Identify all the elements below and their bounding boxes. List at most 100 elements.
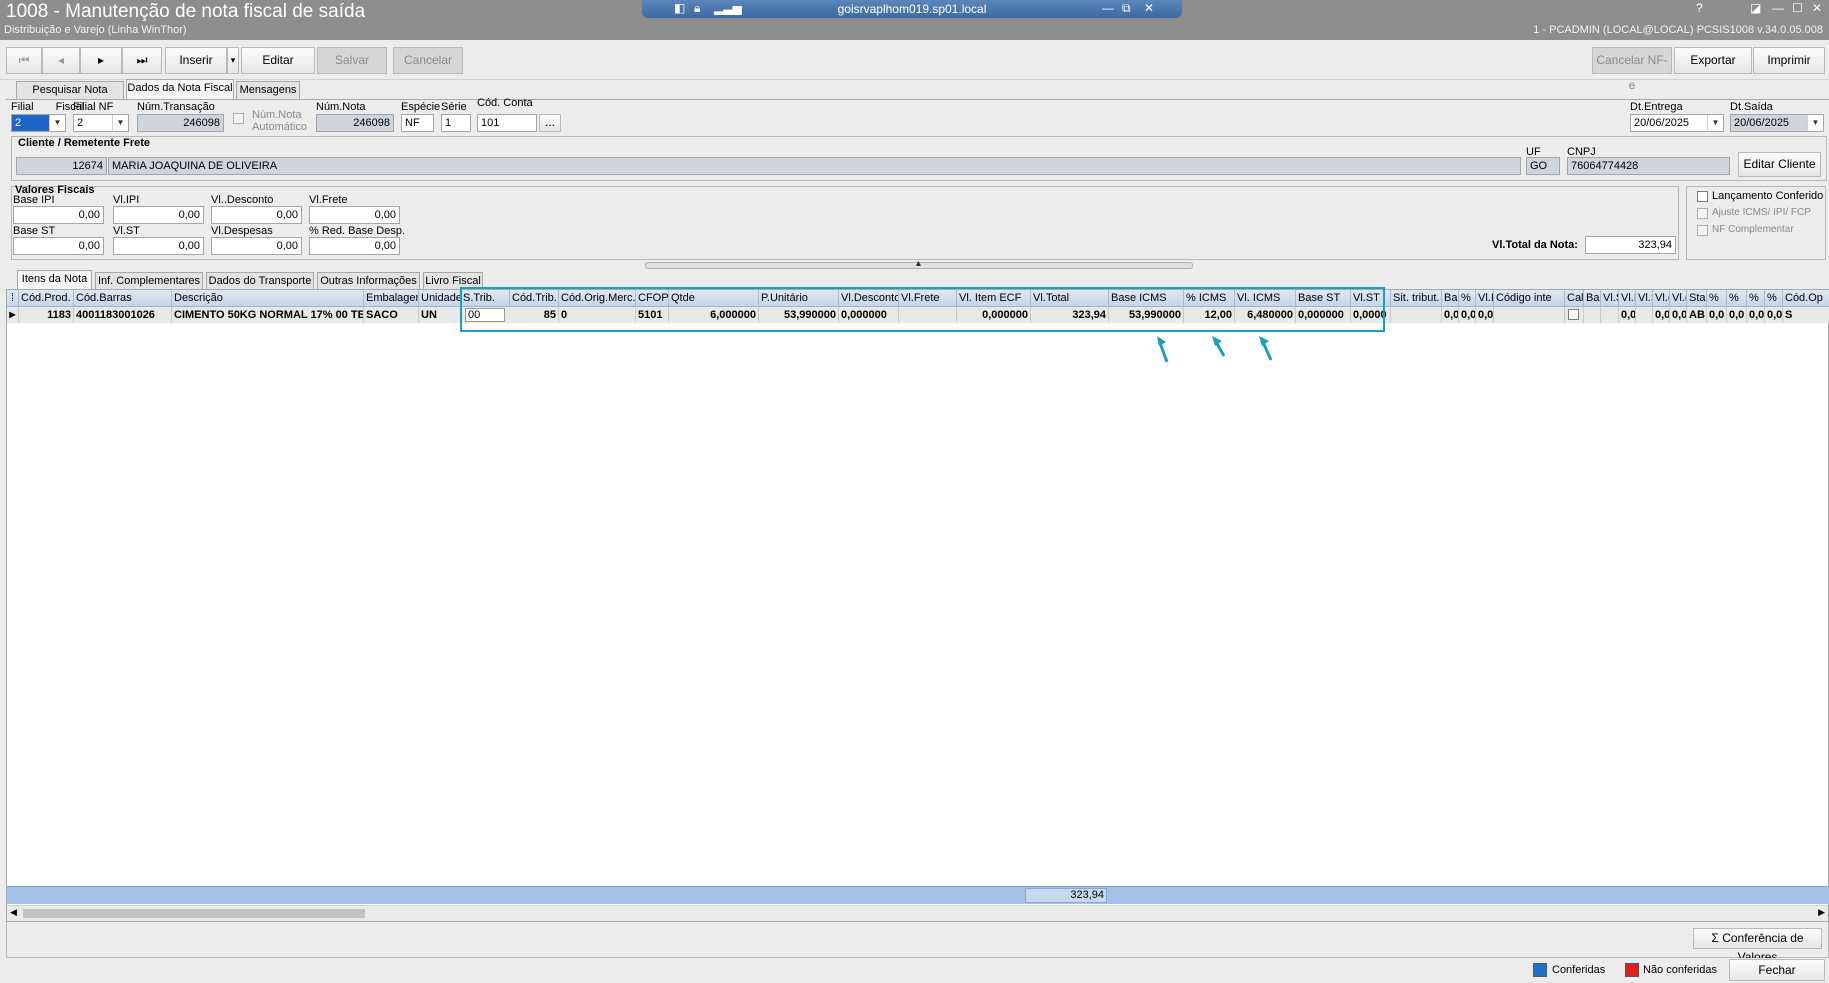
dt-entrega-field[interactable]: 20/06/2025 ▼	[1630, 114, 1724, 132]
column-header[interactable]: Cód.Op	[1783, 290, 1828, 307]
vl-desconto-field[interactable]: 0,00	[211, 206, 302, 224]
tab-dados-nota[interactable]: Dados da Nota Fiscal	[126, 79, 234, 99]
cnpj-field[interactable]: 76064774428	[1567, 157, 1730, 175]
cell-perc-3[interactable]: 0,0	[1727, 307, 1747, 323]
cell-codigo-inte[interactable]	[1494, 307, 1565, 323]
column-header[interactable]: Ba	[1584, 290, 1601, 307]
vl-total-field[interactable]: 323,94	[1585, 236, 1676, 254]
column-header[interactable]: Descrição	[172, 290, 364, 307]
column-header[interactable]: Cód.Barras	[74, 290, 172, 307]
insert-dropdown-button[interactable]: ▾	[227, 47, 239, 74]
column-header[interactable]: Ba	[1442, 290, 1459, 307]
chevron-up-icon[interactable]: ▲	[914, 258, 923, 268]
cell-perc-2[interactable]: 0,0	[1707, 307, 1727, 323]
chevron-down-icon[interactable]: ▼	[112, 115, 128, 131]
horizontal-scrollbar[interactable]: ◀ ▶	[7, 905, 1828, 921]
cal-checkbox[interactable]	[1568, 309, 1579, 320]
resize-icon[interactable]: ◪	[1750, 1, 1761, 15]
save-button[interactable]: Salvar	[317, 47, 387, 74]
cell-perc-4[interactable]: 0,0	[1747, 307, 1765, 323]
cell-embalagem[interactable]: SACO	[364, 307, 419, 323]
cell-perc[interactable]: 0,0	[1459, 307, 1476, 323]
cell-cod-prod[interactable]: 1183	[19, 307, 74, 323]
last-record-button[interactable]: ⏭	[122, 47, 162, 74]
cancel-nfe-button[interactable]: Cancelar NF-e	[1592, 47, 1672, 92]
column-header[interactable]: Embalagem	[364, 290, 419, 307]
vl-frete-field[interactable]: 0,00	[309, 206, 400, 224]
cell-unidade[interactable]: UN	[419, 307, 461, 323]
cell-vl-c[interactable]: 0,0	[1653, 307, 1670, 323]
cliente-code-field[interactable]: 12674	[16, 157, 107, 175]
help-icon[interactable]: ?	[1696, 1, 1703, 15]
tab-mensagens[interactable]: Mensagens	[236, 81, 300, 99]
nf-complementar-checkbox[interactable]	[1697, 225, 1708, 236]
column-header[interactable]: %	[1459, 290, 1476, 307]
cell-vl-i[interactable]: 0,0	[1476, 307, 1494, 323]
maximize-icon[interactable]: ☐	[1792, 1, 1803, 15]
scroll-right-icon[interactable]: ▶	[1818, 907, 1825, 918]
first-record-button[interactable]: ⏮	[6, 47, 42, 74]
column-header[interactable]: Cód.Prod.	[19, 290, 74, 307]
column-header[interactable]: Cal	[1565, 290, 1584, 307]
column-header[interactable]: Vl.S	[1601, 290, 1619, 307]
column-header[interactable]: Vl.E	[1619, 290, 1636, 307]
minimize-icon[interactable]: —	[1772, 1, 1784, 15]
cancel-button[interactable]: Cancelar	[393, 47, 463, 74]
cell-vl-s-2[interactable]	[1636, 307, 1653, 323]
column-header[interactable]: %	[1707, 290, 1727, 307]
column-header[interactable]: Vl.S	[1636, 290, 1653, 307]
cliente-name-field[interactable]: MARIA JOAQUINA DE OLIVEIRA	[108, 157, 1521, 175]
num-nota-automatico-checkbox[interactable]	[233, 113, 244, 124]
cell-sit-tribut[interactable]	[1391, 307, 1442, 323]
next-record-button[interactable]: ▸	[80, 47, 122, 74]
chevron-down-icon[interactable]: ▼	[1807, 115, 1823, 131]
filial-nf-select[interactable]: 2 ▼	[73, 114, 129, 132]
lancamento-conferido-checkbox[interactable]	[1697, 191, 1708, 202]
num-nota-field[interactable]: 246098	[316, 114, 394, 132]
close-button[interactable]: Fechar	[1729, 959, 1825, 981]
cell-descricao[interactable]: CIMENTO 50KG NORMAL 17% 00 TES	[172, 307, 364, 323]
cell-vl-s[interactable]	[1601, 307, 1619, 323]
vl-st-field[interactable]: 0,00	[113, 237, 204, 255]
close-remote-icon[interactable]: ✕	[1144, 1, 1154, 15]
cod-conta-lookup-button[interactable]: ...	[539, 114, 561, 132]
row-selector-icon[interactable]: ▶	[7, 307, 19, 323]
export-button[interactable]: Exportar	[1674, 47, 1752, 74]
cell-sta[interactable]: AB	[1687, 307, 1707, 323]
minimize-remote-icon[interactable]: —	[1102, 1, 1114, 15]
vl-ipi-field[interactable]: 0,00	[113, 206, 204, 224]
tab-dados-transporte[interactable]: Dados do Transporte	[206, 272, 314, 290]
cell-vl-e[interactable]: 0,0	[1619, 307, 1636, 323]
edit-client-button[interactable]: Editar Cliente	[1738, 152, 1821, 177]
filial-select[interactable]: 2 ▼	[11, 114, 66, 132]
chevron-down-icon[interactable]: ▼	[49, 115, 65, 131]
tab-pesquisar-nota[interactable]: Pesquisar Nota Fiscal	[16, 81, 124, 113]
cell-vl-c-2[interactable]: 0,0	[1670, 307, 1687, 323]
base-st-field[interactable]: 0,00	[13, 237, 104, 255]
cell-ba[interactable]: 0,0	[1442, 307, 1459, 323]
cell-cal[interactable]	[1565, 307, 1584, 323]
base-ipi-field[interactable]: 0,00	[13, 206, 104, 224]
column-header[interactable]: Vl.I	[1476, 290, 1494, 307]
items-grid[interactable]: ⁞ Cód.Prod. Cód.Barras Descrição Embalag…	[6, 289, 1829, 922]
previous-record-button[interactable]: ◂	[42, 47, 80, 74]
dt-saida-field[interactable]: 20/06/2025 ▼	[1730, 114, 1824, 132]
cell-cod-op[interactable]: S	[1783, 307, 1828, 323]
scroll-left-icon[interactable]: ◀	[10, 907, 17, 918]
close-icon[interactable]: ✕	[1812, 1, 1822, 15]
uf-field[interactable]: GO	[1526, 157, 1560, 175]
red-base-field[interactable]: 0,00	[309, 237, 400, 255]
chevron-down-icon[interactable]: ▼	[1707, 115, 1723, 131]
column-header[interactable]: Vl.(	[1670, 290, 1687, 307]
cell-ba-2[interactable]	[1584, 307, 1601, 323]
column-header[interactable]: %	[1747, 290, 1765, 307]
vl-despesas-field[interactable]: 0,00	[211, 237, 302, 255]
column-header[interactable]: %	[1727, 290, 1747, 307]
print-button[interactable]: Imprimir	[1753, 47, 1825, 74]
edit-button[interactable]: Editar	[241, 47, 315, 74]
serie-field[interactable]: 1	[441, 114, 471, 132]
column-header[interactable]: Vl.(	[1653, 290, 1670, 307]
column-header[interactable]: Sta	[1687, 290, 1707, 307]
column-header[interactable]: Código inte	[1494, 290, 1565, 307]
tab-inf-complementares[interactable]: Inf. Complementares	[95, 272, 203, 290]
